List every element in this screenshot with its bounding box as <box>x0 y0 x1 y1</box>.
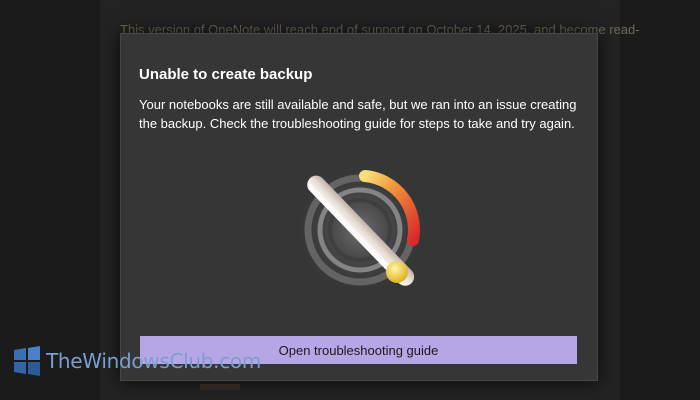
dialog-title: Unable to create backup <box>139 66 313 83</box>
failed-backup-illustration <box>287 154 433 300</box>
thewindowsclub-logo-icon <box>14 346 40 376</box>
dialog-message: Your notebooks are still available and s… <box>139 97 577 131</box>
backup-error-dialog: Unable to create backup Your notebooks a… <box>120 33 598 381</box>
watermark: TheWindowsClub.com <box>12 344 261 378</box>
watermark-text: TheWindowsClub.com <box>46 349 262 373</box>
background-fragment <box>200 384 240 390</box>
